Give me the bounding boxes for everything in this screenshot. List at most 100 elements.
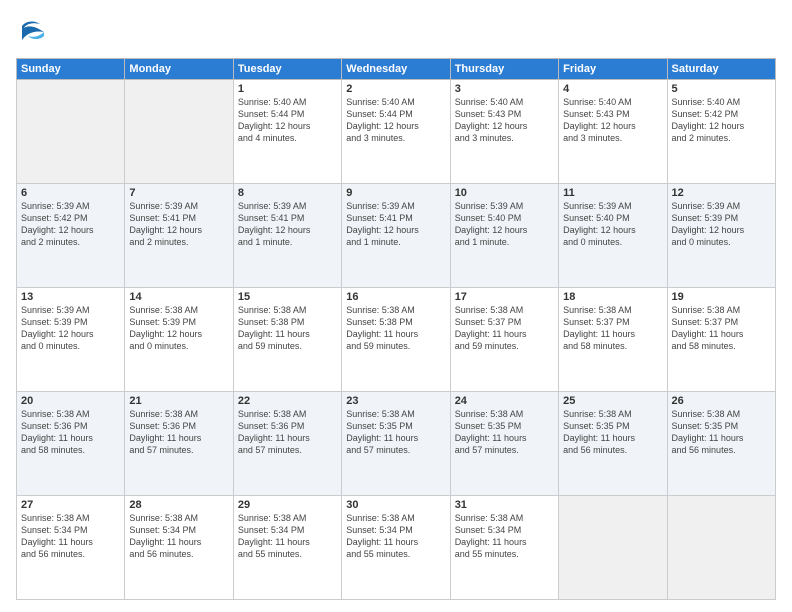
calendar-cell — [125, 80, 233, 184]
day-info: Sunrise: 5:39 AM Sunset: 5:41 PM Dayligh… — [346, 200, 445, 249]
day-number: 27 — [21, 499, 120, 511]
calendar-cell: 10Sunrise: 5:39 AM Sunset: 5:40 PM Dayli… — [450, 184, 558, 288]
calendar-cell: 18Sunrise: 5:38 AM Sunset: 5:37 PM Dayli… — [559, 288, 667, 392]
day-info: Sunrise: 5:38 AM Sunset: 5:36 PM Dayligh… — [21, 408, 120, 457]
day-info: Sunrise: 5:39 AM Sunset: 5:40 PM Dayligh… — [455, 200, 554, 249]
day-info: Sunrise: 5:38 AM Sunset: 5:37 PM Dayligh… — [455, 304, 554, 353]
day-number: 25 — [563, 395, 662, 407]
weekday-header-thursday: Thursday — [450, 59, 558, 80]
day-info: Sunrise: 5:40 AM Sunset: 5:43 PM Dayligh… — [563, 96, 662, 145]
day-info: Sunrise: 5:38 AM Sunset: 5:38 PM Dayligh… — [346, 304, 445, 353]
calendar-cell: 6Sunrise: 5:39 AM Sunset: 5:42 PM Daylig… — [17, 184, 125, 288]
calendar-cell: 3Sunrise: 5:40 AM Sunset: 5:43 PM Daylig… — [450, 80, 558, 184]
day-number: 20 — [21, 395, 120, 407]
calendar-cell: 14Sunrise: 5:38 AM Sunset: 5:39 PM Dayli… — [125, 288, 233, 392]
day-number: 12 — [672, 187, 771, 199]
day-info: Sunrise: 5:38 AM Sunset: 5:34 PM Dayligh… — [346, 512, 445, 561]
calendar-cell: 7Sunrise: 5:39 AM Sunset: 5:41 PM Daylig… — [125, 184, 233, 288]
calendar-cell: 1Sunrise: 5:40 AM Sunset: 5:44 PM Daylig… — [233, 80, 341, 184]
day-info: Sunrise: 5:38 AM Sunset: 5:35 PM Dayligh… — [346, 408, 445, 457]
calendar-cell: 5Sunrise: 5:40 AM Sunset: 5:42 PM Daylig… — [667, 80, 775, 184]
weekday-header-friday: Friday — [559, 59, 667, 80]
page: SundayMondayTuesdayWednesdayThursdayFrid… — [0, 0, 792, 612]
day-number: 24 — [455, 395, 554, 407]
day-info: Sunrise: 5:38 AM Sunset: 5:35 PM Dayligh… — [563, 408, 662, 457]
day-number: 14 — [129, 291, 228, 303]
calendar-cell: 27Sunrise: 5:38 AM Sunset: 5:34 PM Dayli… — [17, 496, 125, 600]
day-number: 1 — [238, 83, 337, 95]
calendar-cell — [559, 496, 667, 600]
day-number: 5 — [672, 83, 771, 95]
day-number: 19 — [672, 291, 771, 303]
day-info: Sunrise: 5:39 AM Sunset: 5:42 PM Dayligh… — [21, 200, 120, 249]
calendar-cell: 8Sunrise: 5:39 AM Sunset: 5:41 PM Daylig… — [233, 184, 341, 288]
day-number: 22 — [238, 395, 337, 407]
day-info: Sunrise: 5:40 AM Sunset: 5:44 PM Dayligh… — [346, 96, 445, 145]
day-number: 10 — [455, 187, 554, 199]
day-info: Sunrise: 5:39 AM Sunset: 5:40 PM Dayligh… — [563, 200, 662, 249]
calendar-cell: 23Sunrise: 5:38 AM Sunset: 5:35 PM Dayli… — [342, 392, 450, 496]
calendar-cell: 19Sunrise: 5:38 AM Sunset: 5:37 PM Dayli… — [667, 288, 775, 392]
calendar-cell: 20Sunrise: 5:38 AM Sunset: 5:36 PM Dayli… — [17, 392, 125, 496]
calendar-week-5: 27 Sunrise: 5:38 AM Sunset: 5:34 PM Dayli… — [17, 496, 776, 600]
day-info: Sunrise: 5:38 AM Sunset: 5:34 PM Dayligh… — [238, 512, 337, 561]
day-number: 18 — [563, 291, 662, 303]
calendar-cell: 21Sunrise: 5:38 AM Sunset: 5:36 PM Dayli… — [125, 392, 233, 496]
weekday-header-sunday: Sunday — [17, 59, 125, 80]
weekday-header-tuesday: Tuesday — [233, 59, 341, 80]
day-info: Sunrise: 5:38 AM Sunset: 5:34 PM Dayligh… — [129, 512, 228, 561]
day-info: Sunrise: 5:39 AM Sunset: 5:41 PM Dayligh… — [238, 200, 337, 249]
day-number: 4 — [563, 83, 662, 95]
calendar-cell: 17Sunrise: 5:38 AM Sunset: 5:37 PM Dayli… — [450, 288, 558, 392]
day-number: 8 — [238, 187, 337, 199]
day-info: Sunrise: 5:38 AM Sunset: 5:39 PM Dayligh… — [129, 304, 228, 353]
calendar-cell: 31Sunrise: 5:38 AM Sunset: 5:34 PM Dayli… — [450, 496, 558, 600]
day-info: Sunrise: 5:39 AM Sunset: 5:41 PM Dayligh… — [129, 200, 228, 249]
day-info: Sunrise: 5:38 AM Sunset: 5:36 PM Dayligh… — [238, 408, 337, 457]
day-number: 15 — [238, 291, 337, 303]
day-number: 16 — [346, 291, 445, 303]
calendar-cell — [667, 496, 775, 600]
day-info: Sunrise: 5:40 AM Sunset: 5:43 PM Dayligh… — [455, 96, 554, 145]
day-number: 31 — [455, 499, 554, 511]
day-info: Sunrise: 5:40 AM Sunset: 5:42 PM Dayligh… — [672, 96, 771, 145]
day-info: Sunrise: 5:38 AM Sunset: 5:37 PM Dayligh… — [672, 304, 771, 353]
calendar-cell: 2Sunrise: 5:40 AM Sunset: 5:44 PM Daylig… — [342, 80, 450, 184]
calendar-week-1: 1 Sunrise: 5:40 AM Sunset: 5:44 PM Daylig… — [17, 80, 776, 184]
day-number: 7 — [129, 187, 228, 199]
day-info: Sunrise: 5:39 AM Sunset: 5:39 PM Dayligh… — [21, 304, 120, 353]
calendar-cell: 11Sunrise: 5:39 AM Sunset: 5:40 PM Dayli… — [559, 184, 667, 288]
calendar-week-2: 6Sunrise: 5:39 AM Sunset: 5:42 PM Daylig… — [17, 184, 776, 288]
calendar-header-row: SundayMondayTuesdayWednesdayThursdayFrid… — [17, 59, 776, 80]
bird-icon — [16, 14, 52, 50]
header — [16, 12, 776, 50]
calendar-cell — [17, 80, 125, 184]
calendar-cell: 25Sunrise: 5:38 AM Sunset: 5:35 PM Dayli… — [559, 392, 667, 496]
day-number: 13 — [21, 291, 120, 303]
day-number: 3 — [455, 83, 554, 95]
day-number: 9 — [346, 187, 445, 199]
day-info: Sunrise: 5:38 AM Sunset: 5:35 PM Dayligh… — [455, 408, 554, 457]
day-number: 26 — [672, 395, 771, 407]
day-number: 2 — [346, 83, 445, 95]
weekday-header-wednesday: Wednesday — [342, 59, 450, 80]
day-info: Sunrise: 5:38 AM Sunset: 5:37 PM Dayligh… — [563, 304, 662, 353]
calendar-cell: 9Sunrise: 5:39 AM Sunset: 5:41 PM Daylig… — [342, 184, 450, 288]
calendar: SundayMondayTuesdayWednesdayThursdayFrid… — [16, 58, 776, 600]
day-number: 28 — [129, 499, 228, 511]
day-number: 21 — [129, 395, 228, 407]
calendar-cell: 26Sunrise: 5:38 AM Sunset: 5:35 PM Dayli… — [667, 392, 775, 496]
calendar-cell: 12Sunrise: 5:39 AM Sunset: 5:39 PM Dayli… — [667, 184, 775, 288]
day-info: Sunrise: 5:38 AM Sunset: 5:36 PM Dayligh… — [129, 408, 228, 457]
day-number: 11 — [563, 187, 662, 199]
calendar-cell: 30Sunrise: 5:38 AM Sunset: 5:34 PM Dayli… — [342, 496, 450, 600]
day-number: 23 — [346, 395, 445, 407]
calendar-cell: 29Sunrise: 5:38 AM Sunset: 5:34 PM Dayli… — [233, 496, 341, 600]
day-number: 17 — [455, 291, 554, 303]
calendar-cell: 28Sunrise: 5:38 AM Sunset: 5:34 PM Dayli… — [125, 496, 233, 600]
day-info: Sunrise: 5:38 AM Sunset: 5:38 PM Dayligh… — [238, 304, 337, 353]
calendar-week-3: 13Sunrise: 5:39 AM Sunset: 5:39 PM Dayli… — [17, 288, 776, 392]
calendar-cell: 24Sunrise: 5:38 AM Sunset: 5:35 PM Dayli… — [450, 392, 558, 496]
day-info: Sunrise: 5:39 AM Sunset: 5:39 PM Dayligh… — [672, 200, 771, 249]
calendar-cell: 13Sunrise: 5:39 AM Sunset: 5:39 PM Dayli… — [17, 288, 125, 392]
